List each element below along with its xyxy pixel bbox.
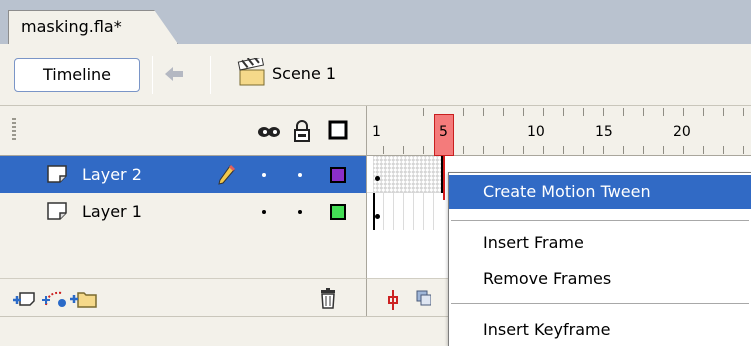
- lock-dot[interactable]: [298, 210, 302, 214]
- layer-row-1[interactable]: Layer 1: [0, 193, 366, 230]
- scene-clapper-icon: [237, 58, 265, 86]
- keyframe-dot[interactable]: [375, 176, 380, 181]
- onion-skin-icon[interactable]: [415, 289, 431, 309]
- back-arrow-icon[interactable]: [162, 62, 186, 86]
- panel-grip[interactable]: [12, 118, 16, 140]
- menu-separator: [451, 303, 749, 304]
- insert-layer-icon[interactable]: [12, 289, 38, 309]
- layers-footer: [0, 278, 366, 316]
- outline-color-swatch[interactable]: [330, 204, 346, 220]
- layers-empty-area: [0, 230, 366, 278]
- lock-icon[interactable]: [293, 120, 311, 142]
- layer-row-2[interactable]: Layer 2: [0, 156, 366, 193]
- timeline-button[interactable]: Timeline: [14, 58, 140, 92]
- eye-icon[interactable]: [256, 122, 282, 140]
- layer-name[interactable]: Layer 2: [82, 165, 142, 184]
- keyframe-dot[interactable]: [375, 214, 380, 219]
- menu-item-remove-frames[interactable]: Remove Frames: [449, 262, 751, 296]
- insert-layer-folder-icon[interactable]: [70, 287, 98, 309]
- layer-icon: [47, 165, 67, 183]
- toolbar-separator: [152, 56, 153, 94]
- center-frame-icon[interactable]: [385, 289, 401, 311]
- ruler-label: 1: [372, 124, 381, 140]
- delete-layer-trash-icon[interactable]: [318, 287, 338, 309]
- visibility-dot[interactable]: [262, 173, 266, 177]
- layer-name[interactable]: Layer 1: [82, 202, 142, 221]
- frame-ruler[interactable]: 1 5 10 15 20: [366, 106, 751, 156]
- document-tab-label: masking.fla*: [21, 17, 122, 36]
- toolbar-separator: [210, 56, 211, 94]
- playhead-line: [443, 156, 445, 200]
- pencil-icon: [218, 164, 236, 185]
- visibility-dot[interactable]: [262, 210, 266, 214]
- menu-item-insert-frame[interactable]: Insert Frame: [449, 226, 751, 260]
- ruler-label: 5: [439, 124, 448, 140]
- frame-span[interactable]: [373, 156, 443, 193]
- scene-label[interactable]: Scene 1: [272, 64, 336, 83]
- add-motion-guide-icon[interactable]: [42, 287, 68, 309]
- layers-header: [0, 106, 366, 156]
- outline-color-swatch[interactable]: [330, 167, 346, 183]
- ruler-label: 20: [673, 124, 691, 140]
- menu-separator: [451, 220, 749, 221]
- ruler-label: 15: [595, 124, 613, 140]
- menu-item-insert-keyframe[interactable]: Insert Keyframe: [449, 313, 751, 346]
- document-tab[interactable]: masking.fla*: [8, 10, 178, 44]
- layer-icon: [47, 202, 67, 220]
- context-menu: Create Motion Tween Insert Frame Remove …: [448, 172, 751, 346]
- menu-item-create-motion-tween[interactable]: Create Motion Tween: [449, 175, 751, 209]
- timeline-toolbar: Timeline Scene 1: [0, 44, 751, 106]
- document-tab-strip: masking.fla*: [0, 0, 751, 44]
- lock-dot[interactable]: [298, 173, 302, 177]
- outline-icon[interactable]: [328, 120, 348, 140]
- ruler-label: 10: [527, 124, 545, 140]
